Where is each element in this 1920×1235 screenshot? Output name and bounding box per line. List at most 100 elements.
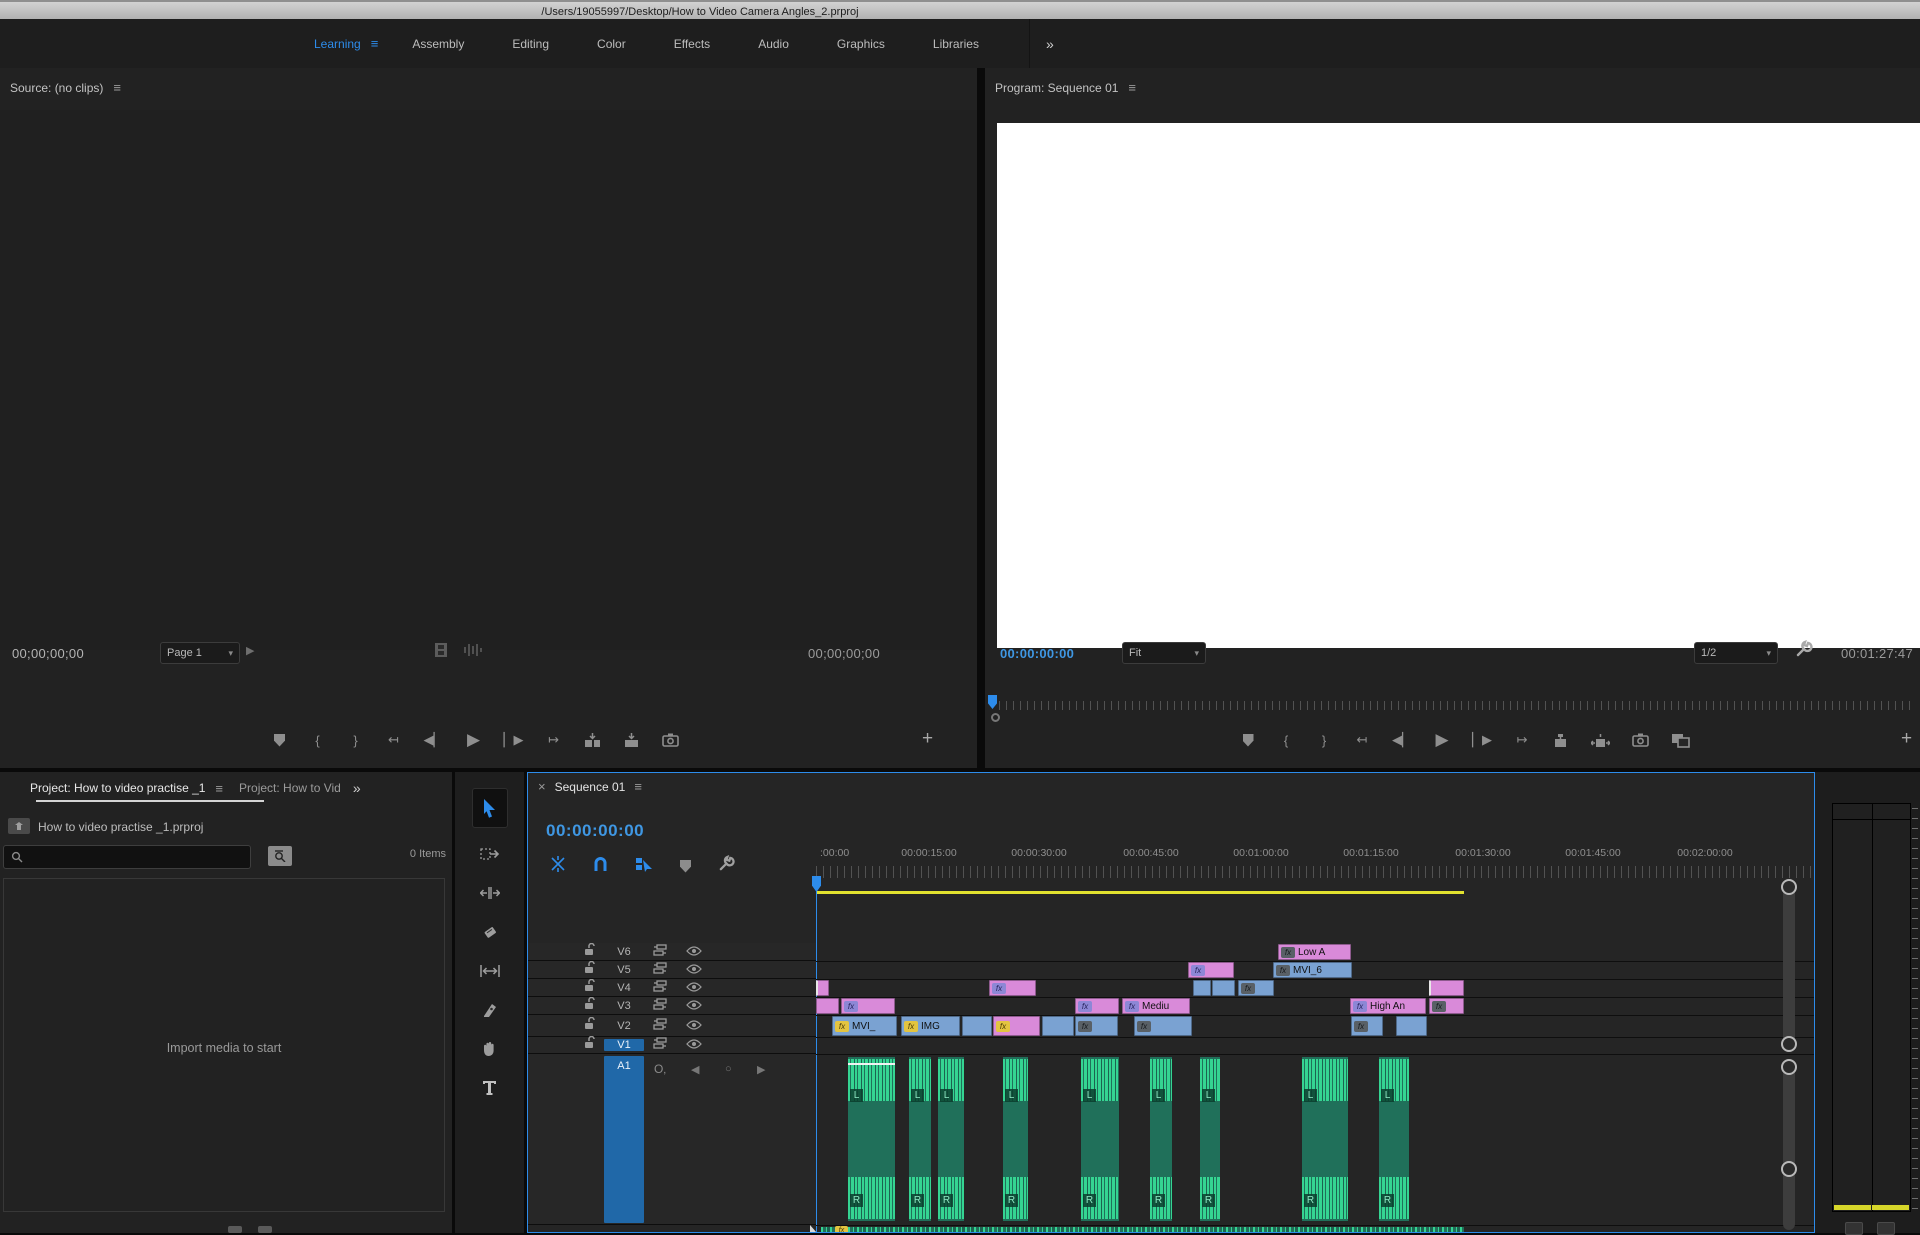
fx-badge[interactable]: fx xyxy=(904,1020,918,1032)
fx-badge[interactable]: fx xyxy=(1125,1000,1139,1012)
workspace-tab-graphics[interactable]: Graphics xyxy=(837,37,885,51)
track-output-eye-icon[interactable] xyxy=(686,997,702,1015)
project-search-bins-button[interactable] xyxy=(268,846,292,866)
track-header-v2[interactable]: V2 xyxy=(528,1015,816,1037)
sync-lock-icon[interactable] xyxy=(653,943,667,961)
fx-badge[interactable]: fx xyxy=(1354,1020,1368,1032)
workspace-menu-icon[interactable]: ≡ xyxy=(371,36,379,51)
timeline-clip[interactable] xyxy=(1396,1016,1427,1036)
track-header-v1[interactable]: V1 xyxy=(528,1035,816,1054)
workspace-tab-assembly[interactable]: Assembly xyxy=(412,37,464,51)
program-resolution-select[interactable]: 1/2 ▾ xyxy=(1694,642,1778,664)
track-select-forward-tool[interactable] xyxy=(473,841,507,867)
fx-badge[interactable]: fx xyxy=(1137,1020,1151,1032)
fx-badge[interactable]: fx xyxy=(1191,964,1205,976)
prev-keyframe-icon[interactable]: ◀ xyxy=(691,1063,699,1076)
type-tool[interactable] xyxy=(473,1075,507,1101)
audio-clip[interactable]: LR xyxy=(848,1057,895,1221)
track-header-v3[interactable]: V3 xyxy=(528,996,816,1015)
track-target-v4[interactable]: V4 xyxy=(604,982,644,994)
project-tabs-overflow-icon[interactable]: » xyxy=(353,780,361,796)
sync-lock-icon[interactable] xyxy=(653,1017,667,1035)
source-page-play-icon[interactable]: ▶ xyxy=(246,644,254,657)
goto-out-icon[interactable]: ↦ xyxy=(1514,732,1530,748)
timeline-clip[interactable]: fx xyxy=(993,1016,1040,1036)
track-header-v4[interactable]: V4 xyxy=(528,978,816,997)
fx-badge[interactable]: fx xyxy=(1276,964,1290,976)
track-header-v5[interactable]: V5 xyxy=(528,960,816,979)
sync-lock-icon[interactable] xyxy=(653,979,667,997)
export-frame-icon[interactable] xyxy=(661,733,679,747)
timeline-clip[interactable]: fx xyxy=(1351,1016,1383,1036)
track-lock-icon[interactable] xyxy=(584,1016,596,1035)
track-output-eye-icon[interactable] xyxy=(686,961,702,979)
audio-clip[interactable]: LR xyxy=(1081,1057,1119,1221)
insert-icon[interactable] xyxy=(584,732,601,748)
fx-badge[interactable]: fx xyxy=(1241,982,1255,994)
timeline-clip[interactable]: fx xyxy=(1238,980,1274,996)
goto-out-icon[interactable]: ↦ xyxy=(546,732,562,748)
project-up-one-level-icon[interactable] xyxy=(8,818,30,839)
comparison-view-icon[interactable] xyxy=(1671,733,1690,748)
mark-out-icon[interactable]: } xyxy=(348,733,364,748)
sync-lock-icon[interactable] xyxy=(653,961,667,979)
timeline-clip[interactable]: fx xyxy=(1134,1016,1192,1036)
drag-video-icon[interactable] xyxy=(432,642,450,663)
add-marker-icon[interactable] xyxy=(1240,733,1256,747)
selection-tool[interactable] xyxy=(471,788,508,828)
fx-badge[interactable]: fx xyxy=(1432,1000,1446,1012)
audio-clip[interactable]: LR xyxy=(1003,1057,1028,1221)
export-frame-icon[interactable] xyxy=(1632,733,1649,747)
audio-clip[interactable]: LR xyxy=(938,1057,964,1221)
workspace-overflow-button[interactable]: » xyxy=(1046,36,1054,52)
audio-tracks-scrollbar[interactable] xyxy=(1783,1067,1795,1230)
step-back-icon[interactable]: ◀▏ xyxy=(424,732,444,748)
sync-lock-icon[interactable] xyxy=(653,1036,667,1054)
fx-badge[interactable]: fx xyxy=(992,982,1006,994)
timeline-clip[interactable] xyxy=(1212,980,1235,996)
program-zoom-select[interactable]: Fit ▾ xyxy=(1122,642,1206,664)
timeline-clip-low-a[interactable]: fx Low A xyxy=(1278,944,1351,960)
mark-in-icon[interactable]: { xyxy=(1278,733,1294,748)
step-forward-icon[interactable]: ▏▶ xyxy=(504,732,524,748)
track-lock-icon[interactable] xyxy=(584,978,596,997)
project-footer-icon[interactable] xyxy=(228,1226,242,1233)
timeline-clip[interactable]: fx xyxy=(1429,998,1464,1014)
audio-clip[interactable]: LR xyxy=(1302,1057,1348,1221)
slip-tool[interactable] xyxy=(473,958,507,984)
track-lock-icon[interactable] xyxy=(584,960,596,979)
fx-badge[interactable]: fx xyxy=(1353,1000,1367,1012)
timeline-clip[interactable] xyxy=(816,980,829,996)
razor-tool[interactable] xyxy=(473,919,507,945)
timeline-clip[interactable] xyxy=(1429,980,1464,996)
fx-badge[interactable]: fx xyxy=(835,1020,849,1032)
goto-in-icon[interactable]: ↤ xyxy=(1354,732,1370,748)
program-scrubber-playhead[interactable] xyxy=(988,695,997,709)
track-header-a1[interactable]: A1 O‚ ◀ ○ ▶ xyxy=(528,1054,816,1225)
audio-clip[interactable]: LR xyxy=(1200,1057,1220,1221)
timeline-clip[interactable]: fx xyxy=(1075,998,1119,1014)
workspace-tab-color[interactable]: Color xyxy=(597,37,626,51)
scrollbar-handle[interactable] xyxy=(1781,1059,1797,1075)
play-icon[interactable]: ▶ xyxy=(466,730,482,750)
workspace-tab-editing[interactable]: Editing xyxy=(512,37,549,51)
source-page-select[interactable]: Page 1 ▾ xyxy=(160,642,240,664)
add-marker-icon[interactable] xyxy=(272,733,288,747)
program-zoombar-handle[interactable] xyxy=(991,713,1000,722)
project-footer-icon[interactable] xyxy=(258,1226,272,1233)
project-breadcrumb[interactable]: How to video practise _1.prproj xyxy=(38,820,203,834)
track-lock-icon[interactable] xyxy=(584,1035,596,1054)
project-search-input[interactable] xyxy=(3,845,251,869)
audio-clip-a2-partial[interactable] xyxy=(821,1227,1464,1232)
hand-tool[interactable] xyxy=(473,1036,507,1062)
mark-in-icon[interactable]: { xyxy=(310,733,326,748)
track-target-v3[interactable]: V3 xyxy=(604,1000,644,1012)
audio-clip[interactable]: LR xyxy=(1150,1057,1172,1221)
timeline-clip[interactable] xyxy=(962,1016,992,1036)
workspace-tab-learning[interactable]: Learning xyxy=(314,37,361,51)
fx-badge[interactable]: fx xyxy=(1281,946,1295,958)
timeline-clip-mvi-[interactable]: fx MVI_ xyxy=(832,1016,897,1036)
lift-icon[interactable] xyxy=(1552,733,1569,748)
sync-lock-icon[interactable] xyxy=(653,997,667,1015)
track-target-a1[interactable]: A1 xyxy=(604,1056,644,1223)
